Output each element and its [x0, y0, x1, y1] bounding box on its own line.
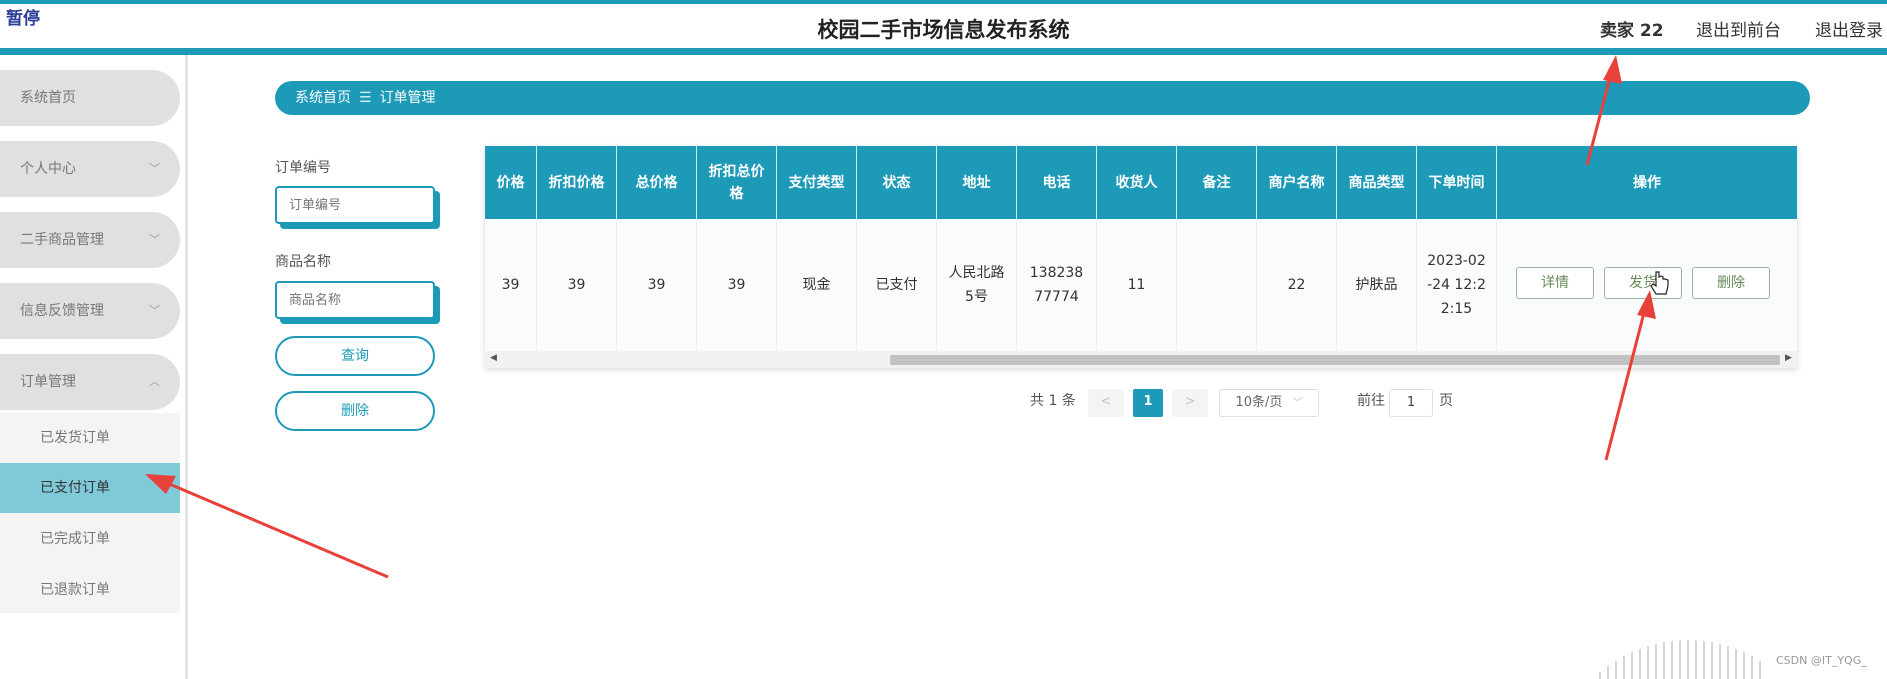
table-cell: 13823877774	[1017, 219, 1097, 351]
delete-selected-button[interactable]: 删除	[275, 391, 435, 431]
breadcrumb-home[interactable]: 系统首页	[295, 90, 351, 106]
scroll-right-icon[interactable]: ▶	[1785, 353, 1792, 363]
table-cell: 人民北路5号	[937, 219, 1017, 351]
table-cell: 39	[617, 219, 697, 351]
breadcrumb-separator-icon: ☰	[359, 90, 372, 106]
query-button[interactable]: 查询	[275, 336, 435, 376]
column-header: 折扣价格	[537, 146, 617, 219]
sidebar-item-label: 个人中心	[20, 161, 76, 177]
sidebar-item-label: 信息反馈管理	[20, 303, 104, 319]
pagination-total: 共 1 条	[1030, 393, 1076, 409]
column-header: 备注	[1177, 146, 1257, 219]
goto-label: 前往	[1357, 393, 1385, 409]
column-header: 收货人	[1097, 146, 1177, 219]
submenu-item-refunded[interactable]: 已退款订单	[0, 565, 180, 615]
chevron-up-icon: ︿	[149, 375, 160, 388]
breadcrumb: 系统首页 ☰ 订单管理	[275, 81, 1810, 115]
sidebar-item-goods[interactable]: 二手商品管理 ﹀	[0, 212, 180, 268]
column-header: 商户名称	[1257, 146, 1337, 219]
submenu-item-paid[interactable]: 已支付订单	[0, 463, 180, 513]
submenu-item-completed[interactable]: 已完成订单	[0, 514, 180, 564]
table-cell: 已支付	[857, 219, 937, 351]
detail-button[interactable]: 详情	[1516, 267, 1594, 299]
sidebar-item-orders[interactable]: 订单管理 ︿	[0, 354, 180, 410]
column-header: 电话	[1017, 146, 1097, 219]
chevron-down-icon: ﹀	[149, 304, 160, 317]
column-header: 总价格	[617, 146, 697, 219]
sidebar-item-feedback[interactable]: 信息反馈管理 ﹀	[0, 283, 180, 339]
scroll-left-icon[interactable]: ◀	[490, 353, 497, 363]
header-accent-bar	[0, 48, 1887, 55]
column-header: 折扣总价格	[697, 146, 777, 219]
sidebar-item-label: 系统首页	[20, 90, 76, 106]
goods-name-input[interactable]	[275, 281, 435, 319]
chevron-down-icon: ﹀	[1292, 398, 1303, 409]
table-cell: 39	[697, 219, 777, 351]
orders-table: 价格 折扣价格 总价格 折扣总价格 支付类型 状态 地址 电话 收货人 备注 商…	[485, 146, 1797, 368]
column-header: 支付类型	[777, 146, 857, 219]
column-header: 下单时间	[1417, 146, 1497, 219]
exit-to-front-link[interactable]: 退出到前台	[1696, 16, 1781, 41]
sidebar-item-personal-center[interactable]: 个人中心 ﹀	[0, 141, 180, 197]
current-user: 卖家 22	[1600, 21, 1664, 41]
table-cell	[1177, 219, 1257, 351]
table-cell: 22	[1257, 219, 1337, 351]
page-1-button[interactable]: 1	[1133, 389, 1163, 417]
logout-link[interactable]: 退出登录	[1815, 16, 1883, 41]
order-no-input[interactable]	[275, 186, 435, 224]
table-cell: 39	[537, 219, 617, 351]
column-header: 地址	[937, 146, 1017, 219]
chevron-down-icon: ﹀	[149, 233, 160, 246]
table-cell: 护肤品	[1337, 219, 1417, 351]
next-page-button[interactable]: >	[1172, 389, 1208, 417]
goods-name-label: 商品名称	[275, 254, 331, 270]
column-header: 商品类型	[1337, 146, 1417, 219]
submenu-item-shipped[interactable]: 已发货订单	[0, 413, 180, 463]
chevron-down-icon: ﹀	[149, 162, 160, 175]
page-size-value: 10条/页	[1235, 395, 1283, 410]
sidebar-item-home[interactable]: 系统首页	[0, 70, 180, 126]
ship-button[interactable]: 发货	[1604, 267, 1682, 299]
order-no-label: 订单编号	[275, 160, 331, 176]
watermark: CSDN @IT_YQG_	[1776, 654, 1867, 667]
orders-submenu: 已发货订单 已支付订单 已完成订单 已退款订单	[0, 413, 180, 613]
goto-page-input[interactable]: 1	[1389, 389, 1433, 417]
column-header: 价格	[485, 146, 537, 219]
breadcrumb-current: 订单管理	[379, 90, 436, 106]
horizontal-scrollbar[interactable]: ◀ ▶	[485, 351, 1797, 368]
delete-button[interactable]: 删除	[1692, 267, 1770, 299]
table-cell: 现金	[777, 219, 857, 351]
page-unit-label: 页	[1439, 393, 1453, 409]
table-cell: 39	[485, 219, 537, 351]
column-header: 状态	[857, 146, 937, 219]
sidebar-item-label: 二手商品管理	[20, 232, 104, 248]
table-cell: 2023-02-24 12:22:15	[1417, 219, 1497, 351]
page-size-select[interactable]: 10条/页 ﹀	[1219, 389, 1319, 417]
scroll-thumb[interactable]	[890, 355, 1780, 365]
table-header: 价格 折扣价格 总价格 折扣总价格 支付类型 状态 地址 电话 收货人 备注 商…	[485, 146, 1797, 219]
prev-page-button[interactable]: <	[1088, 389, 1124, 417]
column-header: 操作	[1633, 174, 1661, 191]
table-row: 39 39 39 39 现金 已支付 人民北路5号 13823877774 11…	[485, 219, 1797, 351]
table-cell: 11	[1097, 219, 1177, 351]
sidebar-item-label: 订单管理	[20, 374, 76, 390]
